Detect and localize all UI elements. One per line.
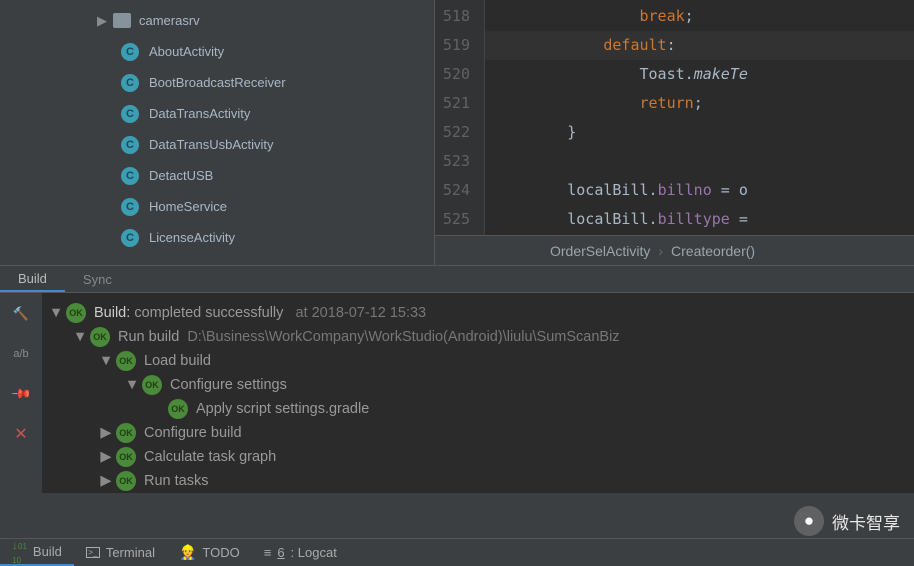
tree-class[interactable]: CDataTransActivity bbox=[0, 98, 434, 129]
expand-icon: ▶ bbox=[98, 425, 114, 441]
tree-folder-camerasrv[interactable]: ▶ camerasrv bbox=[0, 5, 434, 36]
tree-class[interactable]: CDataTransUsbActivity bbox=[0, 129, 434, 160]
class-icon: C bbox=[121, 229, 139, 247]
class-icon: C bbox=[121, 43, 139, 61]
chevron-right-icon: › bbox=[658, 243, 663, 259]
tab-build[interactable]: Build bbox=[0, 266, 65, 292]
expand-icon: ▶ bbox=[98, 449, 114, 465]
class-icon: C bbox=[121, 105, 139, 123]
logcat-icon: ≡ bbox=[264, 545, 272, 560]
build-apply-script[interactable]: OK Apply script settings.gradle bbox=[42, 397, 914, 421]
build-configure-settings[interactable]: ▼OK Configure settings bbox=[42, 373, 914, 397]
build-toolbar: 🔨 a/b 📌 ✕ bbox=[0, 293, 42, 493]
toggle-icon[interactable]: a/b bbox=[10, 343, 32, 365]
watermark: ● 微卡智享 bbox=[794, 506, 900, 536]
pin-icon[interactable]: 📌 bbox=[5, 378, 36, 409]
build-tabs: Build Sync bbox=[0, 265, 914, 293]
ok-icon: OK bbox=[116, 471, 136, 491]
status-bar: ↓0110Build >_Terminal 👷TODO ≡6: Logcat bbox=[0, 538, 914, 566]
tree-class[interactable]: CLicenseActivity bbox=[0, 222, 434, 253]
gutter: 518 519 520 521 522 523 524 525 bbox=[435, 0, 485, 235]
class-icon: C bbox=[121, 136, 139, 154]
ok-icon: OK bbox=[116, 423, 136, 443]
build-configure-build[interactable]: ▶OK Configure build bbox=[42, 421, 914, 445]
tree-class[interactable]: CDetactUSB bbox=[0, 160, 434, 191]
tab-sync[interactable]: Sync bbox=[65, 266, 130, 292]
todo-icon: 👷 bbox=[179, 544, 196, 561]
hammer-icon[interactable]: 🔨 bbox=[10, 303, 32, 325]
class-icon: C bbox=[121, 198, 139, 216]
tree-class[interactable]: CHomeService bbox=[0, 191, 434, 222]
expand-icon: ▶ bbox=[95, 13, 109, 29]
terminal-icon: >_ bbox=[86, 547, 100, 558]
expand-icon: ▶ bbox=[98, 473, 114, 489]
build-load[interactable]: ▼OK Load build bbox=[42, 349, 914, 373]
build-icon: ↓0110 bbox=[12, 538, 27, 566]
code-content[interactable]: break; default: Toast.makeTe return; } l… bbox=[485, 0, 914, 235]
toolwindow-build[interactable]: ↓0110Build bbox=[0, 539, 74, 566]
code-editor[interactable]: 518 519 520 521 522 523 524 525 break; d… bbox=[434, 0, 914, 265]
build-run-tasks[interactable]: ▶OK Run tasks bbox=[42, 469, 914, 493]
folder-label: camerasrv bbox=[139, 13, 200, 28]
toolwindow-logcat[interactable]: ≡6: Logcat bbox=[252, 539, 349, 566]
class-icon: C bbox=[121, 74, 139, 92]
wechat-icon: ● bbox=[794, 506, 824, 536]
toolwindow-todo[interactable]: 👷TODO bbox=[167, 539, 252, 566]
build-run[interactable]: ▼OK Run build D:\Business\WorkCompany\Wo… bbox=[42, 325, 914, 349]
collapse-icon: ▼ bbox=[72, 329, 88, 345]
ok-icon: OK bbox=[142, 375, 162, 395]
build-output-tree[interactable]: ▼OK Build: completed successfully at 201… bbox=[42, 293, 914, 493]
toolwindow-terminal[interactable]: >_Terminal bbox=[74, 539, 167, 566]
breadcrumb-method: Createorder() bbox=[671, 243, 755, 259]
ok-icon: OK bbox=[168, 399, 188, 419]
breadcrumb[interactable]: OrderSelActivity › Createorder() bbox=[435, 235, 914, 265]
breadcrumb-class: OrderSelActivity bbox=[550, 243, 650, 259]
collapse-icon: ▼ bbox=[124, 377, 140, 393]
tree-class[interactable]: CAboutActivity bbox=[0, 36, 434, 67]
folder-icon bbox=[113, 13, 131, 28]
collapse-icon: ▼ bbox=[98, 353, 114, 369]
build-calc-graph[interactable]: ▶OK Calculate task graph bbox=[42, 445, 914, 469]
tree-class[interactable]: CBootBroadcastReceiver bbox=[0, 67, 434, 98]
collapse-icon: ▼ bbox=[48, 305, 64, 321]
ok-icon: OK bbox=[116, 351, 136, 371]
class-icon: C bbox=[121, 167, 139, 185]
build-root[interactable]: ▼OK Build: completed successfully at 201… bbox=[42, 301, 914, 325]
close-icon[interactable]: ✕ bbox=[10, 423, 32, 445]
project-tree[interactable]: ▶ camerasrv CAboutActivity CBootBroadcas… bbox=[0, 0, 434, 265]
ok-icon: OK bbox=[66, 303, 86, 323]
ok-icon: OK bbox=[116, 447, 136, 467]
ok-icon: OK bbox=[90, 327, 110, 347]
